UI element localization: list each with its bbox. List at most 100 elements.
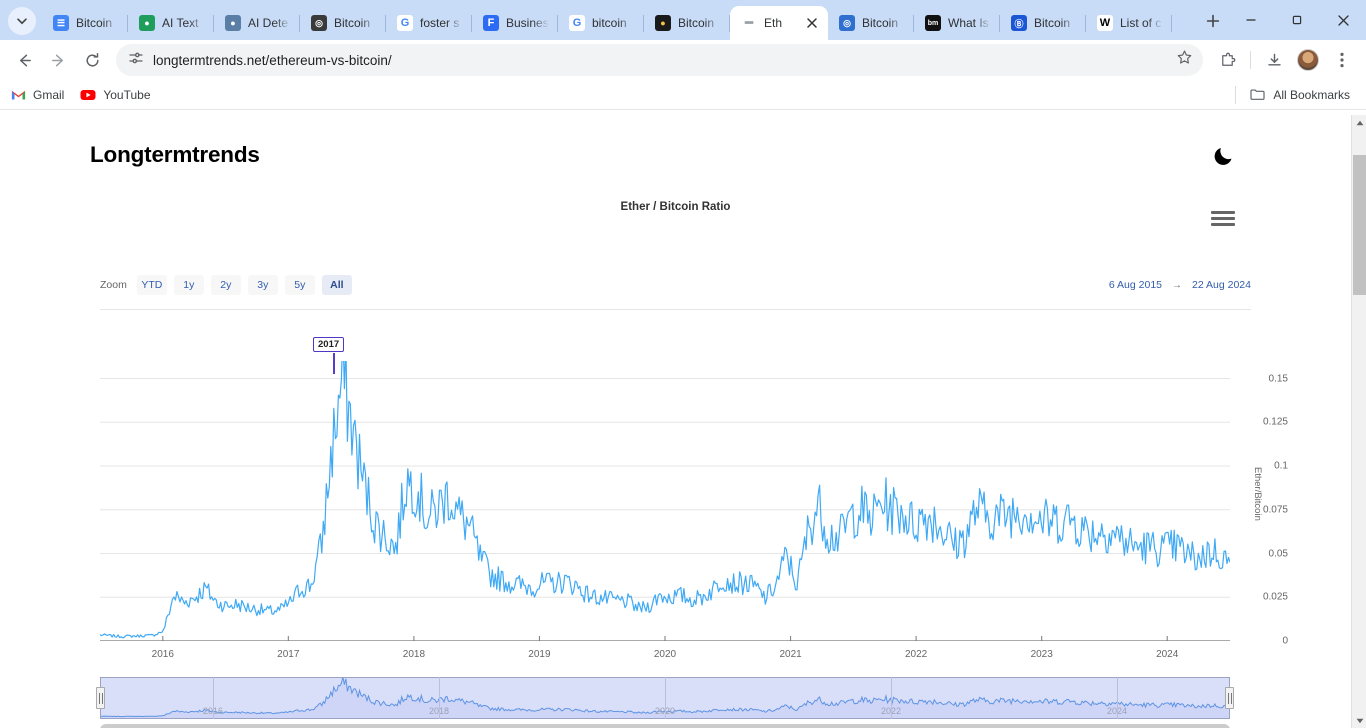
window-maximize-button[interactable] <box>1274 0 1320 40</box>
tab-7[interactable]: ● Bitcoin <box>644 6 730 40</box>
address-bar[interactable]: longtermtrends.net/ethereum-vs-bitcoin/ <box>116 44 1203 76</box>
tab-9[interactable]: ◎ Bitcoin <box>828 6 914 40</box>
dark-mode-moon-icon[interactable] <box>1207 138 1241 172</box>
tab-1[interactable]: ● AI Text <box>128 6 214 40</box>
navigator-gridline <box>665 677 666 719</box>
tab-title: foster s <box>420 16 460 30</box>
y-tick-label: 0.1 <box>1274 460 1288 472</box>
extensions-puzzle-icon[interactable] <box>1211 44 1243 76</box>
back-button[interactable] <box>8 44 40 76</box>
x-tick-label: 2020 <box>653 649 677 660</box>
tab-5[interactable]: F Busines <box>472 6 558 40</box>
profile-avatar[interactable] <box>1292 44 1324 76</box>
range-selector: Zoom YTD 1y 2y 3y 5y All 6 Aug 2015 → 22… <box>100 274 1251 296</box>
tab-2[interactable]: ● AI Dete <box>214 6 300 40</box>
chart-horizontal-scrollbar[interactable] <box>100 724 1230 728</box>
x-tick-label: 2022 <box>904 649 928 660</box>
folder-icon <box>1249 87 1265 103</box>
green-bot-icon: ● <box>139 15 155 31</box>
range-button-1y[interactable]: 1y <box>173 275 204 295</box>
scrollbar-thumb[interactable] <box>1353 155 1366 295</box>
bookmark-star-icon[interactable] <box>1176 49 1193 71</box>
page-title: Longtermtrends <box>90 142 260 167</box>
zoom-label: Zoom <box>100 279 127 291</box>
navigator-handle-left[interactable] <box>96 687 105 709</box>
url-text[interactable]: longtermtrends.net/ethereum-vs-bitcoin/ <box>153 53 1167 68</box>
date-from-input[interactable]: 6 Aug 2015 <box>1109 279 1162 291</box>
youtube-icon <box>80 87 96 103</box>
tab-10[interactable]: bm What Is <box>914 6 1000 40</box>
hamburger-menu-icon[interactable] <box>1211 207 1235 229</box>
google-icon: G <box>397 15 413 31</box>
wikipedia-icon: W <box>1097 15 1113 31</box>
forward-button[interactable] <box>42 44 74 76</box>
navigator-handle-right[interactable] <box>1225 687 1234 709</box>
reload-button[interactable] <box>76 44 108 76</box>
tab-11[interactable]: Ⓑ Bitcoin <box>1000 6 1086 40</box>
bookmark-gmail[interactable]: Gmail <box>10 87 64 103</box>
tab-4[interactable]: Gfoster s <box>386 6 472 40</box>
bm-black-icon: bm <box>925 15 941 31</box>
gmail-icon <box>10 87 26 103</box>
y-tick-label: 0 <box>1282 635 1288 647</box>
x-tick-label: 2016 <box>151 649 174 660</box>
page-scrollbar[interactable] <box>1351 115 1366 728</box>
browser-toolbar: longtermtrends.net/ethereum-vs-bitcoin/ <box>0 40 1366 80</box>
price-line-chart <box>100 361 1230 641</box>
chart-annotation-flag[interactable]: 2017 <box>313 337 345 352</box>
window-minimize-button[interactable] <box>1228 0 1274 40</box>
chart-title: Ether / Bitcoin Ratio <box>620 201 731 213</box>
y-tick-label: 0.05 <box>1268 548 1288 559</box>
site-settings-tune-icon[interactable] <box>128 50 144 71</box>
bookmark-label: Gmail <box>33 87 65 102</box>
bookmark-youtube[interactable]: YouTube <box>80 87 151 103</box>
tab-search-chevron-down-icon[interactable] <box>8 7 36 35</box>
range-button-3y[interactable]: 3y <box>247 275 278 295</box>
tab-title: Bitcoin <box>862 16 899 30</box>
tab-close-icon[interactable] <box>804 16 819 31</box>
y-axis-title: Ether/Bitcoin <box>1252 467 1263 521</box>
browser-menu-kebab-icon[interactable] <box>1326 44 1358 76</box>
date-to-input[interactable]: 22 Aug 2024 <box>1192 279 1251 291</box>
bookmarks-divider <box>1235 85 1237 104</box>
y-tick-label: 0.15 <box>1268 373 1288 384</box>
tab-title: AI Text <box>162 16 199 30</box>
tab-6[interactable]: Gbitcoin <box>558 6 644 40</box>
tab-title: Bitcoin <box>76 16 113 30</box>
x-tick-label: 2023 <box>1030 649 1053 660</box>
range-button-2y[interactable]: 2y <box>210 275 241 295</box>
range-button-all[interactable]: All <box>321 275 352 295</box>
tab-3[interactable]: ◎ Bitcoin <box>300 6 386 40</box>
range-button-5y[interactable]: 5y <box>284 275 315 295</box>
window-close-button[interactable] <box>1320 0 1366 40</box>
toolbar-divider <box>1250 51 1251 69</box>
navigator-gridline <box>439 677 440 719</box>
x-tick-label: 2019 <box>528 649 551 660</box>
chart-navigator[interactable]: 20162018202020222024 <box>96 677 1234 719</box>
all-bookmarks-button[interactable]: All Bookmarks <box>1230 85 1356 104</box>
scroll-up-arrow-icon[interactable] <box>1352 115 1366 130</box>
circle-blue-icon: Ⓑ <box>1011 15 1027 31</box>
tab-12[interactable]: W List of c <box>1086 6 1172 40</box>
tab-title: bitcoin <box>592 16 627 30</box>
range-button-ytd[interactable]: YTD <box>136 275 167 295</box>
scroll-down-arrow-icon[interactable] <box>1352 713 1366 728</box>
new-tab-button[interactable] <box>1198 6 1228 36</box>
longtermtrends-icon: ━ <box>745 15 753 30</box>
date-range-arrow-icon: → <box>1172 279 1183 291</box>
tab-strip: ☰ Bitcoin ● AI Text ● AI Dete ◎ Bitcoin Gfoster … <box>0 0 1366 40</box>
tab-title: What Is <box>948 16 989 30</box>
tab-title: Bitcoin <box>1034 16 1071 30</box>
x-tick-label: 2018 <box>402 649 426 660</box>
y-tick-label: 0.075 <box>1262 504 1288 516</box>
x-axis-labels: 2016 2017 2018 2019 2020 2021 2022 2023 2024 <box>100 649 1230 665</box>
page-viewport: Longtermtrends Ether / Bitcoin Ratio Zoo… <box>0 115 1366 728</box>
tab-0[interactable]: ☰ Bitcoin <box>42 6 128 40</box>
tab-title: Eth <box>764 16 783 30</box>
coin-gold-icon: ● <box>655 15 671 31</box>
x-tick-label: 2021 <box>779 649 802 660</box>
downloads-icon[interactable] <box>1258 44 1290 76</box>
tab-8[interactable]: ━ Eth <box>730 6 828 40</box>
bookmarks-bar: Gmail YouTube All Bookmarks <box>0 80 1366 110</box>
navigator-gridline <box>891 677 892 719</box>
